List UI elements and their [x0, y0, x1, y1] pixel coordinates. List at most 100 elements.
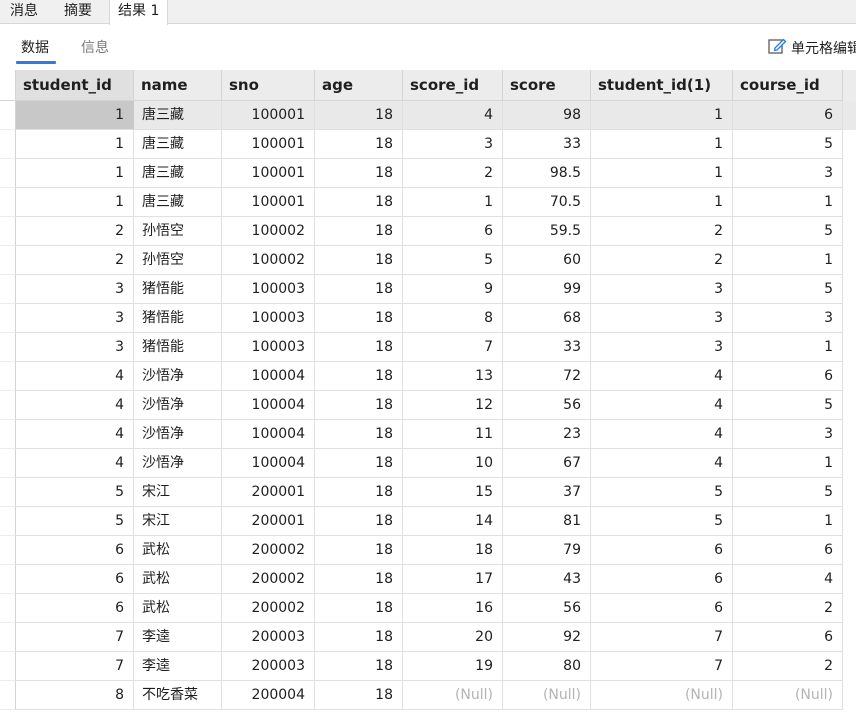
- cell-age[interactable]: 18: [315, 275, 403, 304]
- cell-score-id[interactable]: 13: [403, 362, 503, 391]
- cell-name[interactable]: 李逵: [134, 652, 222, 681]
- cell-course-id[interactable]: 5: [733, 391, 843, 420]
- row-indicator[interactable]: [0, 391, 16, 420]
- table-row[interactable]: 4 沙悟净 100004 18 12 56 4 5: [0, 391, 856, 420]
- row-indicator[interactable]: [0, 478, 16, 507]
- cell-age[interactable]: 18: [315, 507, 403, 536]
- cell-score-id[interactable]: 5: [403, 246, 503, 275]
- cell-sno[interactable]: 100002: [222, 217, 315, 246]
- cell-name[interactable]: 猪悟能: [134, 275, 222, 304]
- cell-student-id[interactable]: 1: [16, 101, 134, 130]
- tab-summary[interactable]: 摘要: [56, 0, 100, 24]
- cell-score[interactable]: 43: [503, 565, 591, 594]
- result-data-grid[interactable]: student_id name sno age score_id score student…: [0, 70, 856, 720]
- cell-sno[interactable]: 200002: [222, 565, 315, 594]
- cell-score-id[interactable]: 10: [403, 449, 503, 478]
- cell-course-id[interactable]: 4: [733, 565, 843, 594]
- cell-sno[interactable]: 100003: [222, 275, 315, 304]
- cell-student-id[interactable]: 5: [16, 507, 134, 536]
- cell-score[interactable]: (Null): [503, 681, 591, 710]
- cell-score[interactable]: 67: [503, 449, 591, 478]
- row-indicator[interactable]: [0, 333, 16, 362]
- row-indicator[interactable]: [0, 362, 16, 391]
- cell-score[interactable]: 23: [503, 420, 591, 449]
- cell-score-id[interactable]: 18: [403, 536, 503, 565]
- cell-student-id[interactable]: 2: [16, 217, 134, 246]
- table-row[interactable]: 7 李逵 200003 18 19 80 7 2: [0, 652, 856, 681]
- cell-sno[interactable]: 200002: [222, 594, 315, 623]
- cell-sno[interactable]: 100001: [222, 130, 315, 159]
- cell-student-id[interactable]: 6: [16, 594, 134, 623]
- cell-score[interactable]: 56: [503, 391, 591, 420]
- cell-sno[interactable]: 100003: [222, 333, 315, 362]
- cell-name[interactable]: 宋江: [134, 478, 222, 507]
- table-row[interactable]: 3 猪悟能 100003 18 9 99 3 5: [0, 275, 856, 304]
- table-row[interactable]: 1 唐三藏 100001 18 3 33 1 5: [0, 130, 856, 159]
- cell-student-id1[interactable]: 1: [591, 130, 733, 159]
- cell-course-id[interactable]: 3: [733, 304, 843, 333]
- row-indicator[interactable]: [0, 188, 16, 217]
- column-header-course-id[interactable]: course_id: [733, 70, 843, 101]
- table-row[interactable]: 1 唐三藏 100001 18 1 70.5 1 1: [0, 188, 856, 217]
- cell-score[interactable]: 81: [503, 507, 591, 536]
- row-indicator[interactable]: [0, 275, 16, 304]
- cell-student-id[interactable]: 4: [16, 362, 134, 391]
- cell-student-id1[interactable]: 4: [591, 362, 733, 391]
- cell-student-id[interactable]: 4: [16, 420, 134, 449]
- row-indicator[interactable]: [0, 159, 16, 188]
- cell-score[interactable]: 72: [503, 362, 591, 391]
- cell-age[interactable]: 18: [315, 652, 403, 681]
- row-indicator[interactable]: [0, 246, 16, 275]
- cell-age[interactable]: 18: [315, 362, 403, 391]
- cell-course-id[interactable]: (Null): [733, 681, 843, 710]
- cell-student-id1[interactable]: 5: [591, 507, 733, 536]
- cell-course-id[interactable]: 3: [733, 420, 843, 449]
- tab-info[interactable]: 信息: [81, 38, 109, 58]
- cell-sno[interactable]: 100001: [222, 188, 315, 217]
- cell-score-id[interactable]: 12: [403, 391, 503, 420]
- row-indicator[interactable]: [0, 304, 16, 333]
- table-row[interactable]: 5 宋江 200001 18 14 81 5 1: [0, 507, 856, 536]
- cell-student-id1[interactable]: 1: [591, 159, 733, 188]
- cell-age[interactable]: 18: [315, 159, 403, 188]
- cell-course-id[interactable]: 5: [733, 275, 843, 304]
- row-indicator[interactable]: [0, 623, 16, 652]
- cell-student-id1[interactable]: 7: [591, 623, 733, 652]
- cell-student-id1[interactable]: 2: [591, 246, 733, 275]
- cell-student-id[interactable]: 7: [16, 623, 134, 652]
- cell-student-id[interactable]: 2: [16, 246, 134, 275]
- cell-course-id[interactable]: 2: [733, 594, 843, 623]
- cell-student-id[interactable]: 1: [16, 188, 134, 217]
- cell-score[interactable]: 56: [503, 594, 591, 623]
- column-header-score-id[interactable]: score_id: [403, 70, 503, 101]
- table-row[interactable]: 2 孙悟空 100002 18 6 59.5 2 5: [0, 217, 856, 246]
- cell-student-id1[interactable]: 3: [591, 333, 733, 362]
- table-row[interactable]: 1 唐三藏 100001 18 2 98.5 1 3: [0, 159, 856, 188]
- cell-student-id1[interactable]: 4: [591, 420, 733, 449]
- cell-score[interactable]: 98.5: [503, 159, 591, 188]
- cell-name[interactable]: 唐三藏: [134, 130, 222, 159]
- row-indicator[interactable]: [0, 565, 16, 594]
- cell-course-id[interactable]: 1: [733, 333, 843, 362]
- cell-name[interactable]: 唐三藏: [134, 101, 222, 130]
- row-indicator[interactable]: [0, 652, 16, 681]
- cell-score-id[interactable]: 4: [403, 101, 503, 130]
- cell-name[interactable]: 唐三藏: [134, 159, 222, 188]
- cell-sno[interactable]: 100002: [222, 246, 315, 275]
- cell-age[interactable]: 18: [315, 333, 403, 362]
- cell-name[interactable]: 唐三藏: [134, 188, 222, 217]
- cell-student-id[interactable]: 5: [16, 478, 134, 507]
- cell-student-id1[interactable]: 2: [591, 217, 733, 246]
- cell-student-id[interactable]: 6: [16, 565, 134, 594]
- cell-score[interactable]: 98: [503, 101, 591, 130]
- cell-name[interactable]: 李逵: [134, 623, 222, 652]
- cell-student-id1[interactable]: 3: [591, 275, 733, 304]
- cell-score-id[interactable]: 14: [403, 507, 503, 536]
- cell-student-id[interactable]: 3: [16, 275, 134, 304]
- cell-sno[interactable]: 100004: [222, 420, 315, 449]
- table-row[interactable]: 2 孙悟空 100002 18 5 60 2 1: [0, 246, 856, 275]
- cell-score-id[interactable]: 15: [403, 478, 503, 507]
- cell-sno[interactable]: 200004: [222, 681, 315, 710]
- cell-score[interactable]: 79: [503, 536, 591, 565]
- cell-student-id1[interactable]: 4: [591, 449, 733, 478]
